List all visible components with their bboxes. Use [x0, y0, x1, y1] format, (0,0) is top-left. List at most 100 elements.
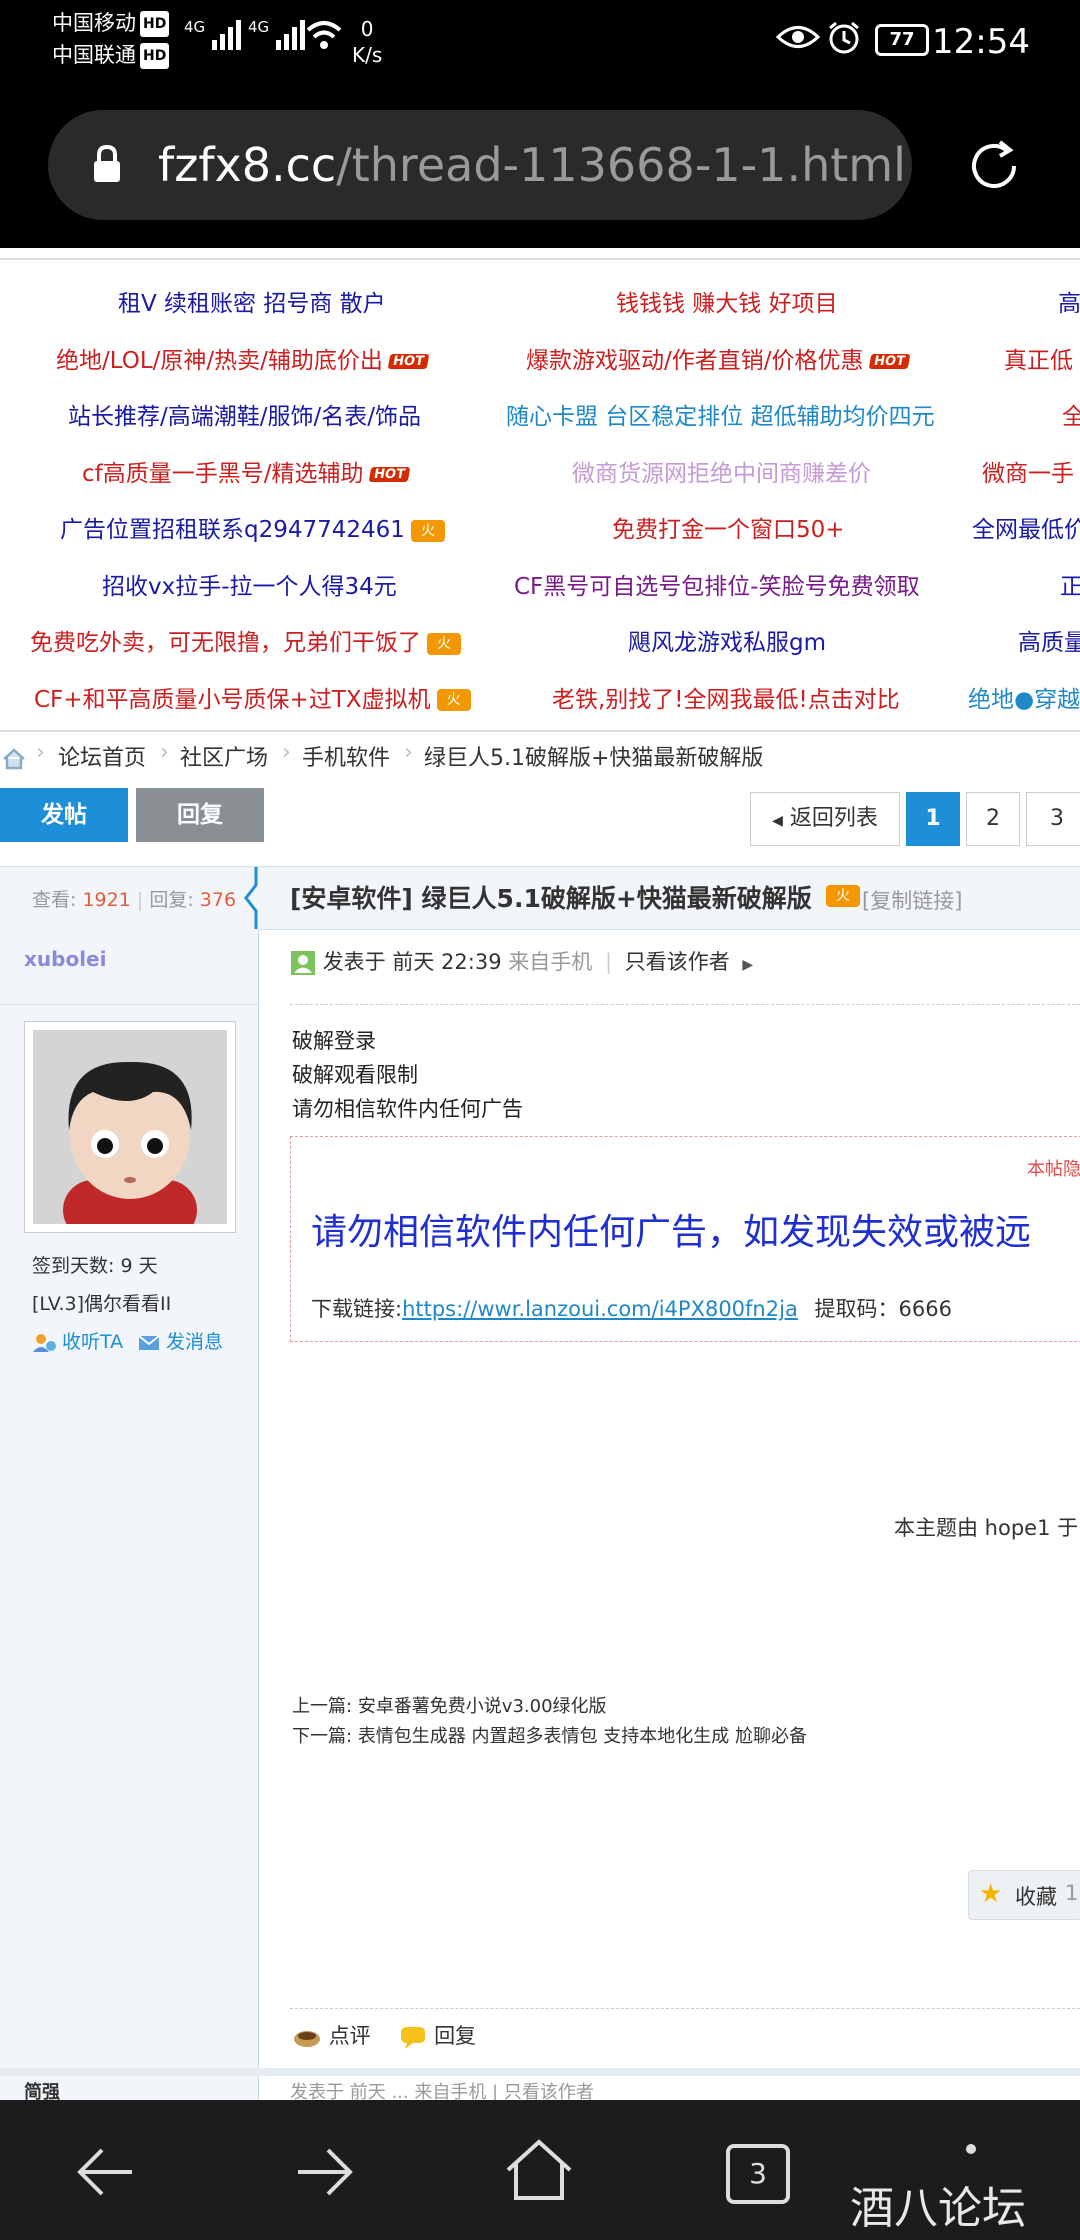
avatar[interactable]: [24, 1021, 236, 1233]
follow-link[interactable]: 收听TA: [32, 1327, 123, 1354]
ad-link[interactable]: 绝地●穿越: [968, 680, 1080, 714]
ad-link[interactable]: 飓风龙游戏私服gm: [628, 623, 826, 657]
ad-link-label: 正: [1060, 573, 1080, 600]
views-count: 1921: [82, 889, 131, 911]
hot-badge: HOT: [868, 353, 910, 369]
eye-icon: [776, 26, 820, 48]
ad-link[interactable]: 站长推荐/高端潮鞋/服饰/名表/饰品: [68, 397, 421, 431]
clock: 12:54: [932, 22, 1030, 62]
page-1-button[interactable]: 1: [906, 792, 960, 846]
page-3-button[interactable]: 3: [1026, 792, 1080, 846]
hd-badge: HD: [140, 43, 170, 69]
from-phone: 来自手机: [508, 950, 593, 974]
caret-left-icon: ◀: [772, 813, 783, 829]
author-sidebar: xubolei 签到天数: 9 天 [LV.3]偶尔看看II 收听TA 发消息: [0, 929, 259, 2069]
hd-badge: HD: [140, 11, 170, 37]
prev-thread-link[interactable]: 安卓番薯免费小说v3.00绿化版: [358, 1696, 607, 1717]
reply-button[interactable]: 回复: [136, 788, 264, 842]
ad-link[interactable]: 全网最低价: [972, 510, 1080, 544]
ad-link-label: 广告位置招租联系q2947742461: [60, 517, 405, 543]
reload-icon[interactable]: [962, 134, 1026, 198]
back-icon[interactable]: [74, 2142, 138, 2202]
ad-link[interactable]: 广告位置招租联系q2947742461 火: [60, 510, 445, 544]
home-icon[interactable]: [2, 748, 26, 770]
ad-link[interactable]: 高质量: [1018, 623, 1080, 657]
ad-link-label: 免费吃外卖，可无限撸，兄弟们干饭了: [30, 630, 421, 656]
ad-link[interactable]: CF黑号可自选号包排位-笑脸号免费领取: [514, 567, 920, 601]
reply-link[interactable]: 回复: [399, 2024, 476, 2049]
download-box: 本帖隐 请勿相信软件内任何广告，如发现失效或被远 下载链接:https://ww…: [290, 1136, 1080, 1342]
back-to-list-label: 返回列表: [789, 806, 878, 831]
alarm-icon: [829, 21, 859, 54]
ad-link-label: 免费打金一个窗口50+: [612, 517, 845, 543]
ad-link[interactable]: 高: [1058, 284, 1080, 318]
ad-link-label: 爆款游戏驱动/作者直销/价格优惠: [526, 347, 864, 374]
ad-link[interactable]: 钱钱钱 赚大钱 好项目: [616, 284, 838, 318]
ad-link-label: 随心卡盟 台区稳定排位 超低辅助均价四元: [506, 404, 935, 430]
ad-link-label: 高质量: [1018, 630, 1080, 656]
forward-icon[interactable]: [292, 2142, 356, 2202]
author-level: [LV.3]偶尔看看II: [32, 1293, 172, 1315]
rate-link[interactable]: 点评: [292, 2024, 377, 2048]
carrier-2-label: 中国联通: [52, 43, 136, 67]
new-badge: 火: [410, 519, 445, 542]
ad-link[interactable]: 免费打金一个窗口50+: [612, 510, 845, 544]
ad-link-label: CF+和平高质量小号质保+过TX虚拟机: [34, 686, 431, 713]
ad-link-label: 全网最低价: [972, 517, 1080, 543]
post-separator: [0, 2068, 1080, 2076]
only-author-link[interactable]: 只看该作者: [625, 950, 730, 974]
favorite-button[interactable]: ★ 收藏 1: [968, 1870, 1080, 1920]
divider: [290, 1004, 1080, 1005]
watermark: 酒八论坛: [850, 2183, 1026, 2234]
ad-link[interactable]: 租V 续租账密 招号商 散户: [118, 284, 386, 318]
ad-link[interactable]: 微商一手: [982, 454, 1074, 488]
address-bar[interactable]: fzfx8.cc/thread-113668-1-1.html: [48, 110, 912, 220]
star-icon: ★: [979, 1879, 1003, 1909]
ad-link[interactable]: 绝地/LOL/原神/热卖/辅助底价出 HOT: [56, 341, 430, 375]
ad-link-label: 微商货源网拒绝中间商赚差价: [572, 460, 871, 487]
new-post-button[interactable]: 发帖: [0, 788, 128, 842]
ad-link[interactable]: 随心卡盟 台区稳定排位 超低辅助均价四元: [506, 397, 935, 431]
download-link[interactable]: https://wwr.lanzoui.com/i4PX800fn2ja: [402, 1297, 798, 1321]
ad-link[interactable]: 全: [1062, 397, 1080, 431]
coffee-icon: [294, 2031, 320, 2047]
new-badge: 火: [826, 885, 860, 907]
thread-title: [安卓软件] 绿巨人5.1破解版+快猫最新破解版: [290, 884, 812, 913]
views-label: 查看:: [32, 889, 77, 911]
follow-icon: [33, 1333, 56, 1352]
tabs-button[interactable]: 3: [726, 2144, 790, 2204]
home-nav-icon[interactable]: [504, 2136, 574, 2204]
ad-link-label: 站长推荐/高端潮鞋/服饰/名表/饰品: [68, 404, 421, 430]
breadcrumb-square[interactable]: 社区广场: [180, 740, 268, 772]
carrier-1-label: 中国移动: [52, 11, 136, 35]
ad-link[interactable]: 爆款游戏驱动/作者直销/价格优惠 HOT: [526, 341, 910, 375]
page-2-button[interactable]: 2: [966, 792, 1020, 846]
ad-link[interactable]: cf高质量一手黑号/精选辅助 HOT: [82, 454, 410, 488]
browser-toolbar: fzfx8.cc/thread-113668-1-1.html: [0, 96, 1080, 248]
ad-link[interactable]: 真正低: [1004, 341, 1073, 375]
ad-link[interactable]: CF+和平高质量小号质保+过TX虚拟机火: [34, 680, 471, 714]
breadcrumb-mobile-software[interactable]: 手机软件: [302, 740, 390, 772]
mail-icon: [138, 1334, 160, 1350]
author-name[interactable]: xubolei: [24, 947, 106, 971]
ad-link[interactable]: 正: [1060, 567, 1080, 601]
post-line: 破解观看限制: [292, 1063, 418, 1087]
divider: [0, 1004, 258, 1005]
next-thread-link[interactable]: 表情包生成器 内置超多表情包 支持本地化生成 尬聊必备: [358, 1726, 807, 1747]
ad-link-label: 高: [1058, 291, 1080, 317]
prev-label: 上一篇:: [292, 1696, 353, 1717]
ad-link[interactable]: 免费吃外卖，可无限撸，兄弟们干饭了火: [30, 623, 461, 657]
menu-dot-icon[interactable]: [966, 2144, 976, 2154]
ad-link[interactable]: 老铁,别找了!全网我最低!点击对比: [552, 680, 900, 714]
ad-link[interactable]: 微商货源网拒绝中间商赚差价: [572, 454, 871, 488]
breadcrumb-home[interactable]: 论坛首页: [58, 740, 146, 772]
breadcrumb-sep: ›: [404, 740, 413, 765]
ad-link-label: CF黑号可自选号包排位-笑脸号免费领取: [514, 573, 920, 600]
ad-link[interactable]: 招收vx拉手-拉一个人得34元: [102, 567, 397, 601]
lock-icon: [94, 144, 120, 182]
ad-link-label: 飓风龙游戏私服gm: [628, 630, 827, 656]
copy-link[interactable]: [复制链接]: [862, 885, 962, 915]
message-link[interactable]: 发消息: [138, 1327, 223, 1354]
ad-link-label: cf高质量一手黑号/精选辅助: [82, 460, 364, 487]
back-to-list-button[interactable]: ◀ 返回列表: [750, 792, 900, 846]
